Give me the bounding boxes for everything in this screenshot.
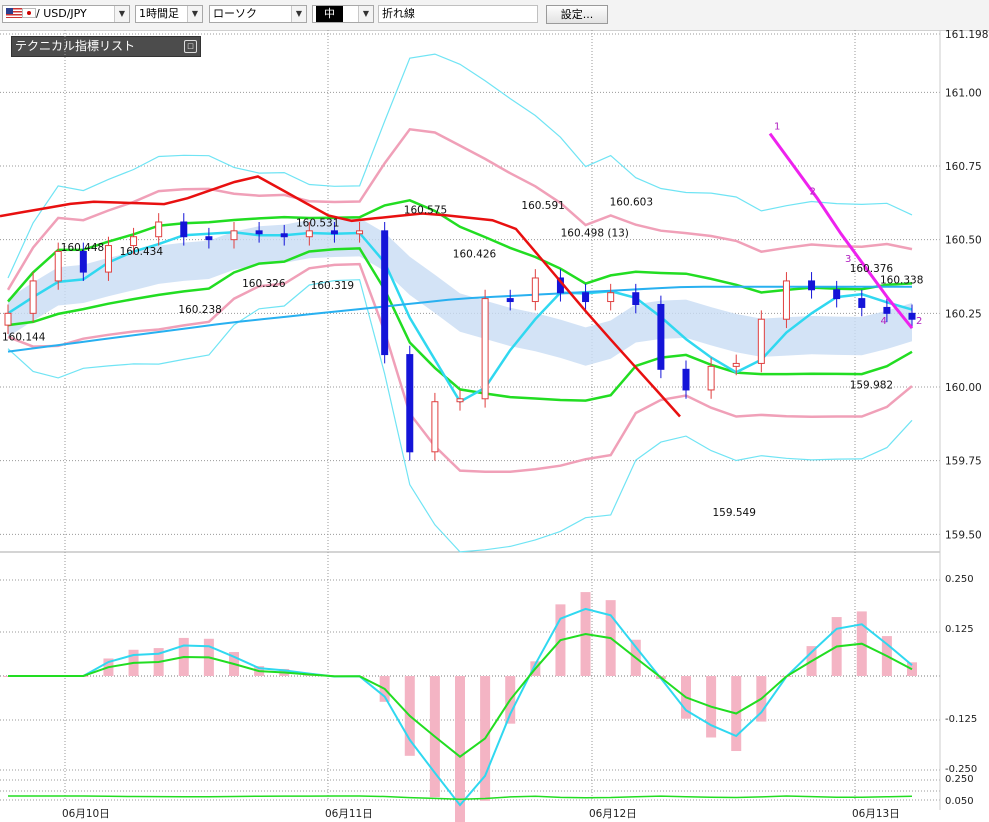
zigzag-path — [768, 132, 914, 330]
us-flag-icon — [6, 8, 22, 18]
price-label: 160.238 — [178, 304, 221, 316]
bull-candle — [531, 277, 539, 303]
macd-axis-label: -0.125 — [945, 714, 977, 725]
price-label: 160.448 — [61, 242, 104, 254]
chevron-down-icon[interactable]: ▼ — [358, 6, 373, 22]
bear-candle — [657, 303, 665, 370]
price-axis-label: 159.75 — [945, 456, 982, 468]
price-label: 160.531 — [296, 218, 339, 230]
price-label: 160.575 — [404, 205, 447, 217]
toolbar: / USD/JPY ▼ 1時間足 ▼ ローソク ▼ 中 ▼ 折れ線 設定... — [0, 0, 989, 31]
time-axis-label: 06月11日 — [325, 808, 373, 820]
symbol-label: / USD/JPY — [36, 7, 87, 20]
price-label: 160.426 — [453, 248, 497, 260]
bear-candle — [280, 233, 288, 238]
price-axis-label: 160.00 — [945, 382, 982, 394]
macd-panel: 0.2500.125-0.125-0.250 — [0, 574, 977, 822]
size-select[interactable]: 中 ▼ — [312, 5, 374, 23]
price-label: 160.603 — [610, 196, 653, 208]
chart-style-label: ローソク — [213, 7, 257, 20]
time-axis-label: 06月10日 — [62, 808, 110, 820]
chevron-down-icon[interactable]: ▼ — [114, 6, 129, 22]
bear-candle — [632, 292, 640, 305]
bollinger-upper-outer — [7, 53, 913, 279]
chevron-down-icon[interactable]: ▼ — [291, 6, 306, 22]
time-axis-label: 06月13日 — [852, 808, 900, 820]
bear-candle — [858, 298, 866, 308]
price-label: 160.319 — [311, 280, 354, 292]
bull-candle — [29, 280, 37, 314]
price-label: 159.982 — [850, 379, 893, 391]
grid — [0, 30, 940, 801]
zigzag-label: 2 — [810, 186, 816, 197]
price-label: 159.549 — [713, 507, 756, 519]
macd-axis-label: 0.125 — [945, 624, 974, 635]
line-type-field[interactable]: 折れ線 — [378, 5, 538, 23]
price-axis-label: 160.25 — [945, 308, 982, 320]
price-label: 160.498 (13) — [561, 227, 629, 239]
chevron-down-icon[interactable]: ▼ — [187, 6, 202, 22]
price-axis: 161.198 161.00 160.75 160.50 160.25 160.00 159… — [939, 30, 988, 810]
size-label: 中 — [316, 6, 343, 22]
price-label: 160.326 — [242, 278, 286, 290]
bull-candle — [4, 312, 12, 326]
oscillator-axis-label: 0.050 — [945, 796, 974, 807]
bull-candle — [130, 236, 138, 247]
bear-candle — [381, 230, 389, 356]
bear-candle — [255, 230, 263, 235]
bear-candle — [406, 354, 414, 453]
price-axis-label: 159.50 — [945, 529, 982, 541]
bear-candle — [682, 368, 690, 391]
jp-flag-icon — [22, 8, 36, 18]
bull-candle — [155, 221, 163, 238]
bull-candle — [356, 230, 364, 235]
bull-candle — [431, 401, 439, 453]
bull-candle — [456, 398, 464, 403]
price-label: 160.376 — [850, 263, 894, 275]
timeframe-select[interactable]: 1時間足 ▼ — [135, 5, 203, 23]
bear-candle — [205, 236, 213, 241]
settings-button[interactable]: 設定... — [546, 5, 608, 24]
bear-candle — [808, 280, 816, 291]
zigzag-label: 1 — [774, 122, 780, 133]
zigzag-label: 4 — [881, 316, 887, 327]
bull-candle — [707, 365, 715, 391]
zigzag-label: 2 — [916, 316, 922, 327]
price-axis-label: 160.50 — [945, 235, 982, 247]
bear-candle — [180, 221, 188, 238]
chart-canvas[interactable]: 1234 2 160.144160.448 160.434160.238160.32… — [0, 30, 989, 822]
bull-candle — [607, 292, 615, 303]
symbol-select[interactable]: / USD/JPY ▼ — [2, 5, 130, 23]
oscillator-axis-label: 0.250 — [945, 774, 974, 785]
price-axis-label: 160.75 — [945, 161, 982, 173]
price-label: 160.591 — [521, 200, 564, 212]
bear-candle — [79, 250, 87, 273]
price-label: 160.434 — [120, 246, 164, 258]
bear-candle — [833, 289, 841, 300]
price-axis-label: 161.198 — [945, 30, 988, 41]
bear-candle — [330, 230, 338, 235]
macd-axis-label: 0.250 — [945, 574, 974, 585]
price-label: 160.338 — [880, 274, 923, 286]
bull-candle — [782, 280, 790, 320]
bull-candle — [305, 230, 313, 238]
price-label: 160.144 — [2, 332, 46, 344]
bear-candle — [582, 292, 590, 303]
bull-candle — [757, 318, 765, 364]
bull-candle — [732, 362, 740, 367]
bear-candle — [506, 298, 514, 303]
time-axis-label: 06月12日 — [589, 808, 637, 820]
bull-candle — [54, 250, 62, 282]
bear-candle — [908, 312, 916, 320]
time-axis: 06月10日 06月11日 06月12日 06月13日 — [62, 808, 900, 820]
bull-candle — [230, 230, 238, 241]
bull-candle — [481, 298, 489, 400]
bear-candle — [883, 306, 891, 314]
chart-style-select[interactable]: ローソク ▼ — [209, 5, 307, 23]
timeframe-label: 1時間足 — [139, 7, 179, 20]
bull-candle — [104, 245, 112, 273]
line-type-label: 折れ線 — [382, 7, 415, 20]
price-axis-label: 161.00 — [945, 87, 982, 99]
